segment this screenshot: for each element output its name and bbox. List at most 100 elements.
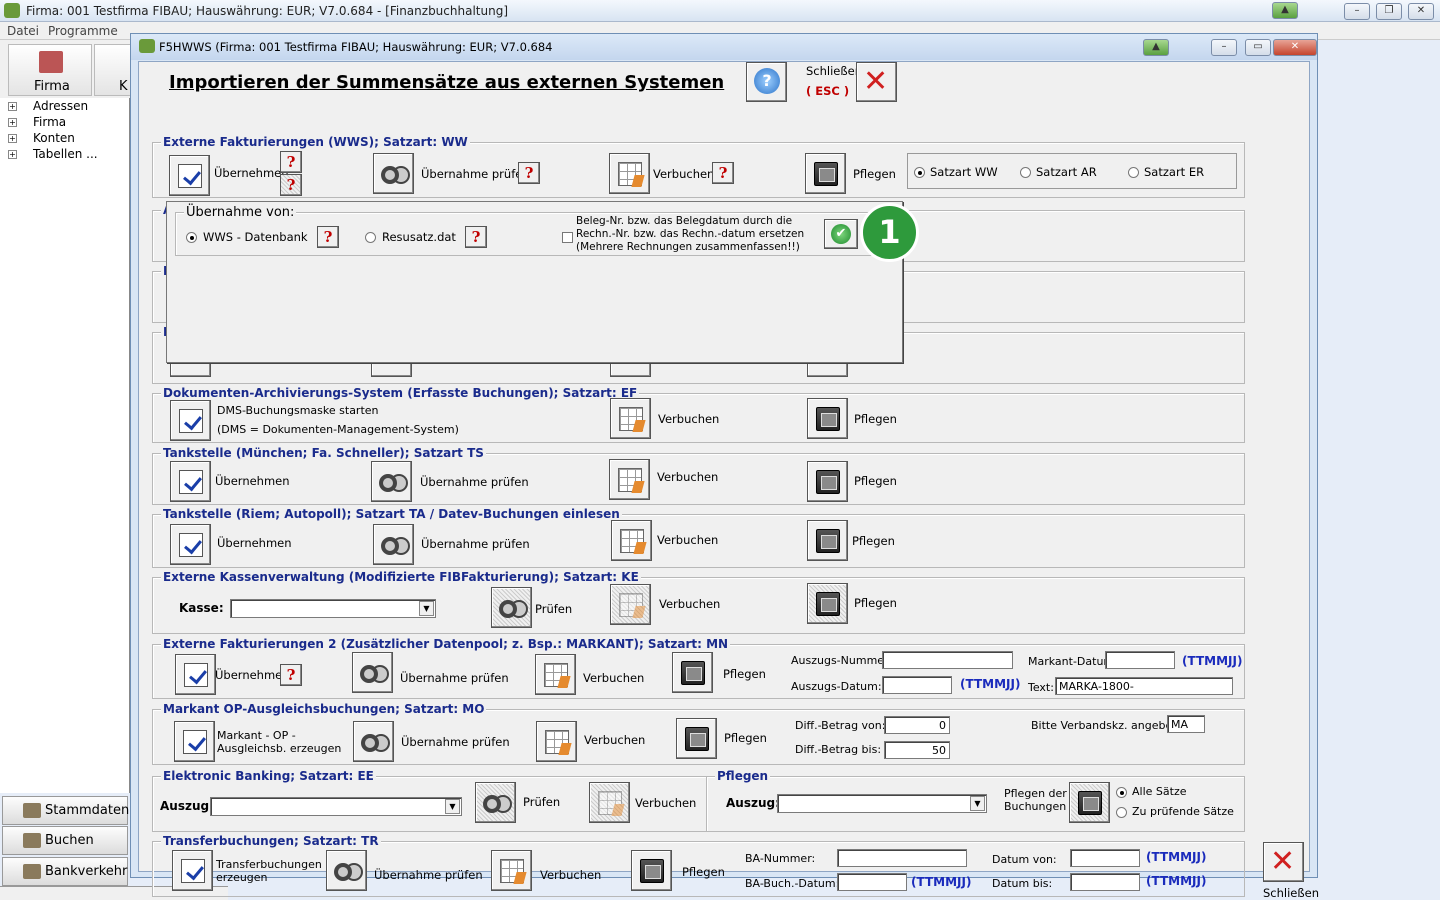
ke-pflegen-button[interactable] [807,583,848,624]
dialog-client: Importieren der Summensätze aus externen… [138,61,1319,900]
dms-start-button[interactable] [170,400,211,441]
banr-input[interactable] [837,849,967,867]
tree-item-firma[interactable]: + Firma [8,115,66,129]
mo-pruefen-button[interactable] [353,721,394,762]
main-close-button[interactable]: ✕ [1408,3,1434,20]
popup-help-1-icon[interactable]: ? [317,226,339,248]
mn-verbuchen-button[interactable] [535,654,576,695]
wws-pruefen-help-icon[interactable]: ? [518,162,540,184]
ta-uebernehmen-button[interactable] [170,524,211,565]
ledger-icon [545,730,569,754]
ta-pruefen-button[interactable] [373,524,414,565]
radio-satzart-ar-label: Satzart AR [1036,165,1097,179]
pfl-buchungen-button[interactable] [1069,782,1110,823]
beleg-ersetzen-checkbox[interactable] [562,232,573,243]
group-dms: Dokumenten-Archivierungs-System (Erfasst… [152,386,1245,443]
radio-alle-saetze[interactable] [1116,787,1127,798]
tr-pruefen-button[interactable] [326,850,367,891]
datum-bis-input[interactable] [1070,873,1140,891]
wws-verbuchen-button[interactable] [609,153,650,194]
close-top-button[interactable]: ✕ [856,62,897,102]
mo-verbuchen-button[interactable] [536,721,577,762]
babuch-format: (TTMMJJ) [911,875,972,889]
checkmark-icon [179,533,203,557]
verband-input[interactable]: MA [1167,715,1205,733]
popup-help-2-icon[interactable]: ? [465,226,487,248]
mn-uebernehmen-button[interactable] [175,654,216,695]
nav-buchen[interactable]: Buchen [2,826,128,855]
wws-pflegen-button[interactable] [805,153,846,194]
tr-verbuchen-button[interactable] [491,850,532,891]
close-bottom-button[interactable]: ✕ [1263,842,1304,882]
ts-pruefen-button[interactable] [371,461,412,502]
mn-help-icon[interactable]: ? [280,664,302,686]
ts-verbuchen-button[interactable] [609,459,650,500]
dialog-maximize-button[interactable]: ▭ [1245,39,1271,56]
radio-satzart-ar[interactable] [1020,167,1031,178]
dialog-restore-icon[interactable]: ▲ [1143,39,1169,56]
text-input[interactable]: MARKA-1800- [1055,677,1233,695]
babuch-input[interactable] [837,873,907,891]
tr-pflegen-button[interactable] [631,850,672,891]
diff-von-input[interactable]: 0 [884,716,950,734]
dms-verbuchen-button[interactable] [610,398,651,439]
ee-verbuchen-button[interactable] [589,782,630,823]
datum-von-input[interactable] [1070,849,1140,867]
mn-pflegen-button[interactable] [672,652,713,693]
dialog-minimize-button[interactable]: – [1211,39,1237,56]
dms-pflegen-button[interactable] [807,398,848,439]
wws-uebernehmen-button[interactable] [169,155,210,196]
firma-button[interactable]: Firma [8,44,92,96]
popup-ok-button[interactable]: ✔ [824,219,858,249]
ke-pruefen-button[interactable] [491,587,532,628]
wws-pruefen-button[interactable] [373,153,414,194]
mo-erzeugen-label: Markant - OP - Ausgleichsb. erzeugen [217,729,342,755]
mo-pflegen-button[interactable] [676,718,717,759]
nav-bankverkehr[interactable]: Bankverkehr [2,857,128,886]
tr-erzeugen-button[interactable] [172,850,213,891]
wws-verbuchen-help-icon[interactable]: ? [712,162,734,184]
tree-item-tabellen[interactable]: + Tabellen ... [8,147,98,161]
ts-uebernehmen-button[interactable] [170,461,211,502]
radio-resusatz[interactable] [365,232,376,243]
ke-pflegen-label: Pflegen [854,596,897,610]
auszugsnr-input[interactable] [882,651,1013,669]
pfl-auszug-combobox[interactable]: ▼ [777,794,987,813]
ta-verbuchen-button[interactable] [611,520,652,561]
ke-verbuchen-button[interactable] [610,584,651,625]
mn-pruefen-button[interactable] [352,652,393,693]
radio-zu-pruefende[interactable] [1116,807,1127,818]
ts-pflegen-label: Pflegen [854,474,897,488]
wws-help-1-icon[interactable]: ? [280,151,302,173]
help-button[interactable]: ? [746,62,787,102]
menu-datei[interactable]: Datei [7,24,39,38]
main-restore-icon[interactable]: ▲ [1272,2,1298,19]
wws-help-2-icon[interactable]: ? [280,174,302,196]
chevron-down-icon[interactable]: ▼ [970,796,985,811]
mo-erzeugen-button[interactable] [174,721,215,762]
tree-item-adressen[interactable]: + Adressen [8,99,88,113]
konten-button[interactable]: K [94,44,134,96]
kasse-combobox[interactable]: ▼ [230,599,436,618]
ee-pruefen-button[interactable] [475,782,516,823]
ee-auszug-combobox[interactable]: ▼ [210,797,462,816]
menu-programme[interactable]: Programme [48,24,118,38]
auszugsdatum-input[interactable] [882,676,952,694]
markantdatum-input[interactable] [1105,651,1175,669]
radio-satzart-er[interactable] [1128,167,1139,178]
diff-bis-input[interactable]: 50 [884,741,950,759]
chevron-down-icon[interactable]: ▼ [419,601,434,616]
main-minimize-button[interactable]: – [1344,3,1370,20]
ta-pflegen-button[interactable] [807,520,848,561]
beleg-ersetzen-label: Beleg-Nr. bzw. das Belegdatum durch die … [576,215,805,253]
nav-stammdaten[interactable]: Stammdaten [2,796,129,825]
ledger-icon [618,468,642,492]
bankverkehr-icon [23,864,41,879]
main-maximize-button[interactable]: ❐ [1376,3,1402,20]
chevron-down-icon[interactable]: ▼ [445,799,460,814]
radio-wws-datenbank[interactable] [186,232,197,243]
tree-item-konten[interactable]: + Konten [8,131,75,145]
dialog-close-button[interactable]: ✕ [1273,39,1317,56]
radio-satzart-ww[interactable] [914,167,925,178]
ts-pflegen-button[interactable] [807,461,848,502]
